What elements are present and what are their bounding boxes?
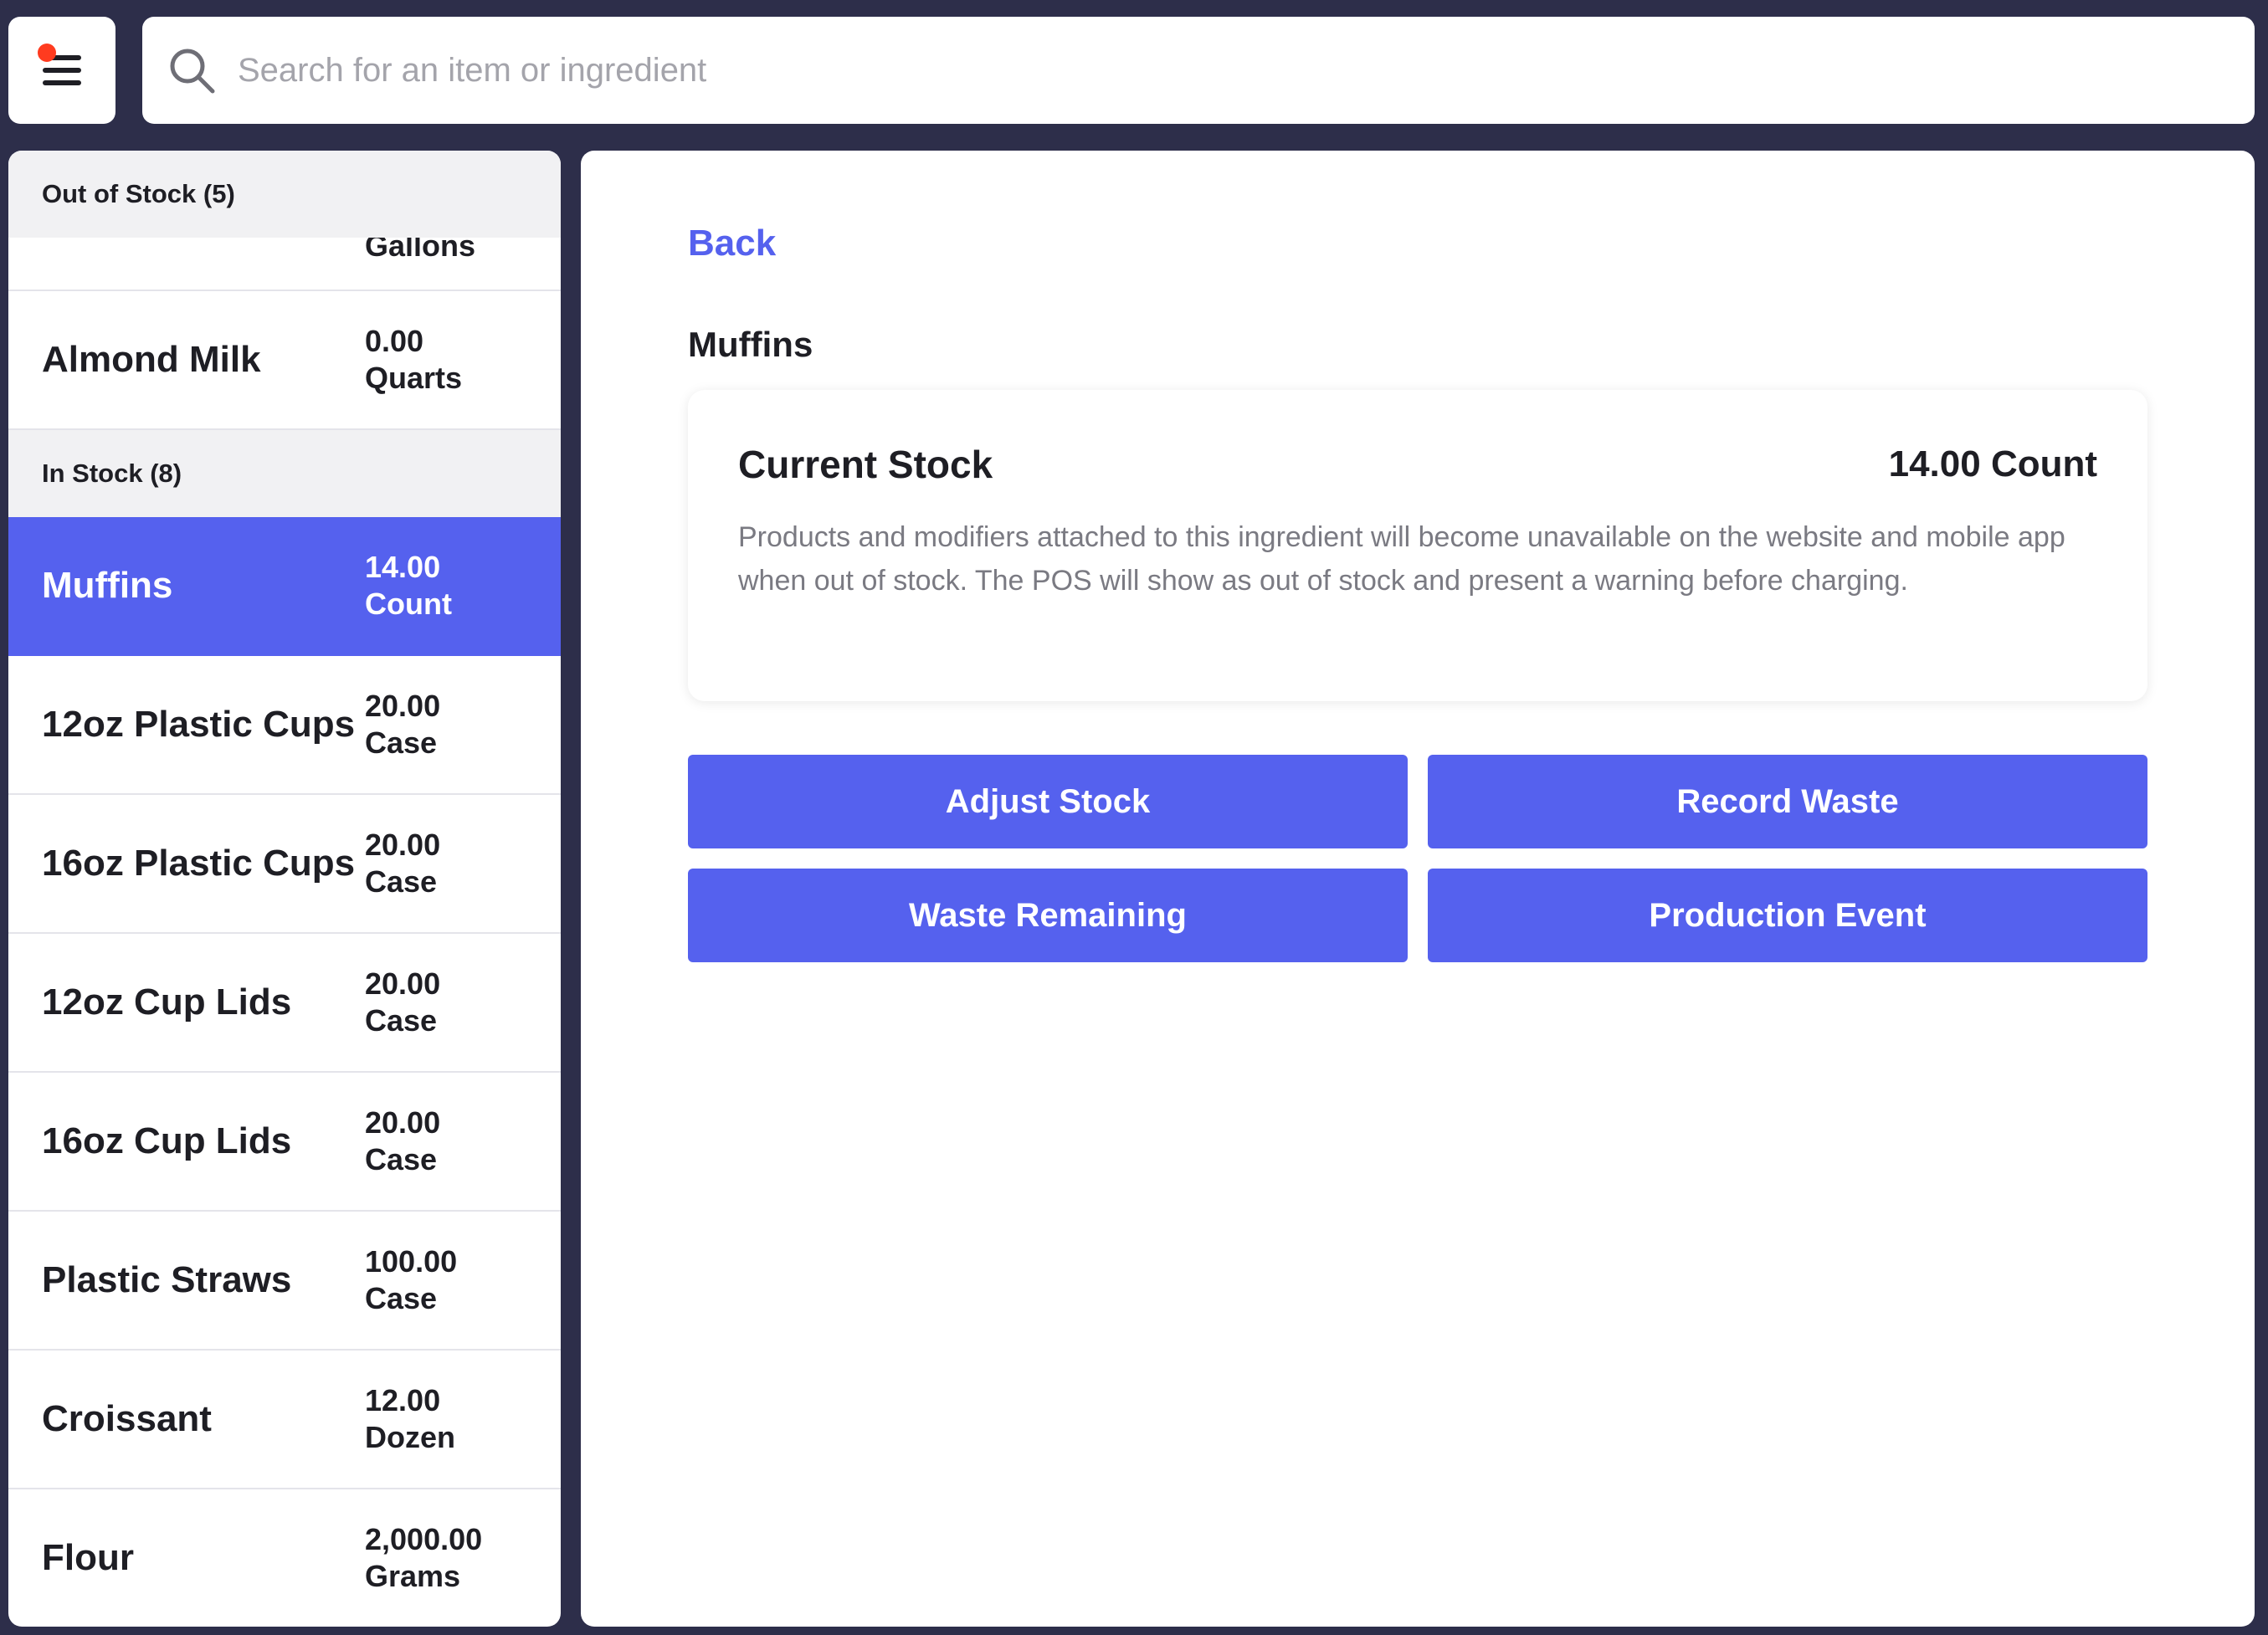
item-unit: Case [365, 1142, 438, 1176]
record-waste-button[interactable]: Record Waste [1428, 755, 2147, 848]
item-quantity: 12.00 [365, 1383, 441, 1417]
adjust-stock-button[interactable]: Adjust Stock [688, 755, 1408, 848]
item-name: 12oz Plastic Cups [42, 704, 356, 745]
list-item[interactable]: 12oz Cup Lids 20.00 Case [8, 934, 561, 1073]
menu-button[interactable] [8, 17, 115, 124]
item-name: Almond Milk [42, 339, 261, 380]
list-item[interactable]: Flour 2,000.00 Grams [8, 1489, 561, 1627]
item-name: 16oz Plastic Cups [42, 843, 356, 884]
item-quantity: 20.00 [365, 828, 441, 862]
item-quantity: 0.00 [365, 324, 424, 358]
in-stock-header: In Stock (8) [8, 430, 561, 517]
list-item[interactable]: 12oz Plastic Cups 20.00 Case [8, 656, 561, 795]
item-unit: Case [365, 725, 438, 760]
waste-remaining-button[interactable]: Waste Remaining [688, 869, 1408, 962]
current-stock-value: 14.00 Count [1888, 443, 2097, 484]
current-stock-card: Current Stock 14.00 Count Products and m… [688, 390, 2147, 701]
item-name: 16oz Cup Lids [42, 1120, 292, 1161]
list-item[interactable]: Plastic Straws 100.00 Case [8, 1212, 561, 1351]
list-item[interactable]: 16oz Cup Lids 20.00 Case [8, 1073, 561, 1212]
item-name: Plastic Straws [42, 1259, 292, 1300]
stock-description: Products and modifiers attached to this … [738, 521, 2065, 597]
item-unit: Case [365, 1281, 438, 1315]
item-unit: Gallons [365, 238, 476, 263]
hamburger-icon [38, 44, 81, 85]
search-icon [170, 49, 215, 94]
item-title: Muffins [688, 325, 813, 364]
item-unit: Dozen [365, 1420, 455, 1454]
list-item[interactable]: Gallons [8, 238, 561, 291]
list-item[interactable]: Almond Milk 0.00 Quarts [8, 291, 561, 430]
item-unit: Quarts [365, 361, 463, 395]
notification-dot [38, 44, 56, 62]
item-name: Muffins [42, 565, 173, 606]
item-quantity: 20.00 [365, 966, 441, 1001]
search-bar[interactable] [142, 17, 2255, 124]
item-unit: Case [365, 864, 438, 899]
item-quantity: 14.00 [365, 550, 441, 584]
stock-list: Out of Stock (5) Gallons Almond Milk 0.0… [8, 151, 561, 1627]
item-name: Croissant [42, 1398, 212, 1439]
item-detail-panel: Back Muffins Current Stock 14.00 Count P… [581, 151, 2255, 1627]
current-stock-label: Current Stock [738, 443, 993, 486]
item-quantity: 20.00 [365, 689, 441, 723]
list-item-selected[interactable]: Muffins 14.00 Count [8, 517, 561, 656]
item-name: 12oz Cup Lids [42, 982, 292, 1023]
item-unit: Grams [365, 1559, 461, 1593]
list-item[interactable]: 16oz Plastic Cups 20.00 Case [8, 795, 561, 934]
back-link[interactable]: Back [688, 223, 776, 264]
production-event-button[interactable]: Production Event [1428, 869, 2147, 962]
out-of-stock-header: Out of Stock (5) [8, 151, 561, 238]
item-quantity: 100.00 [365, 1244, 458, 1279]
item-quantity: 2,000.00 [365, 1522, 483, 1556]
search-input[interactable] [236, 50, 2164, 90]
list-item[interactable]: Croissant 12.00 Dozen [8, 1351, 561, 1489]
item-unit: Count [365, 587, 452, 621]
item-quantity: 20.00 [365, 1105, 441, 1140]
item-unit: Case [365, 1003, 438, 1038]
item-name: Flour [42, 1537, 134, 1578]
